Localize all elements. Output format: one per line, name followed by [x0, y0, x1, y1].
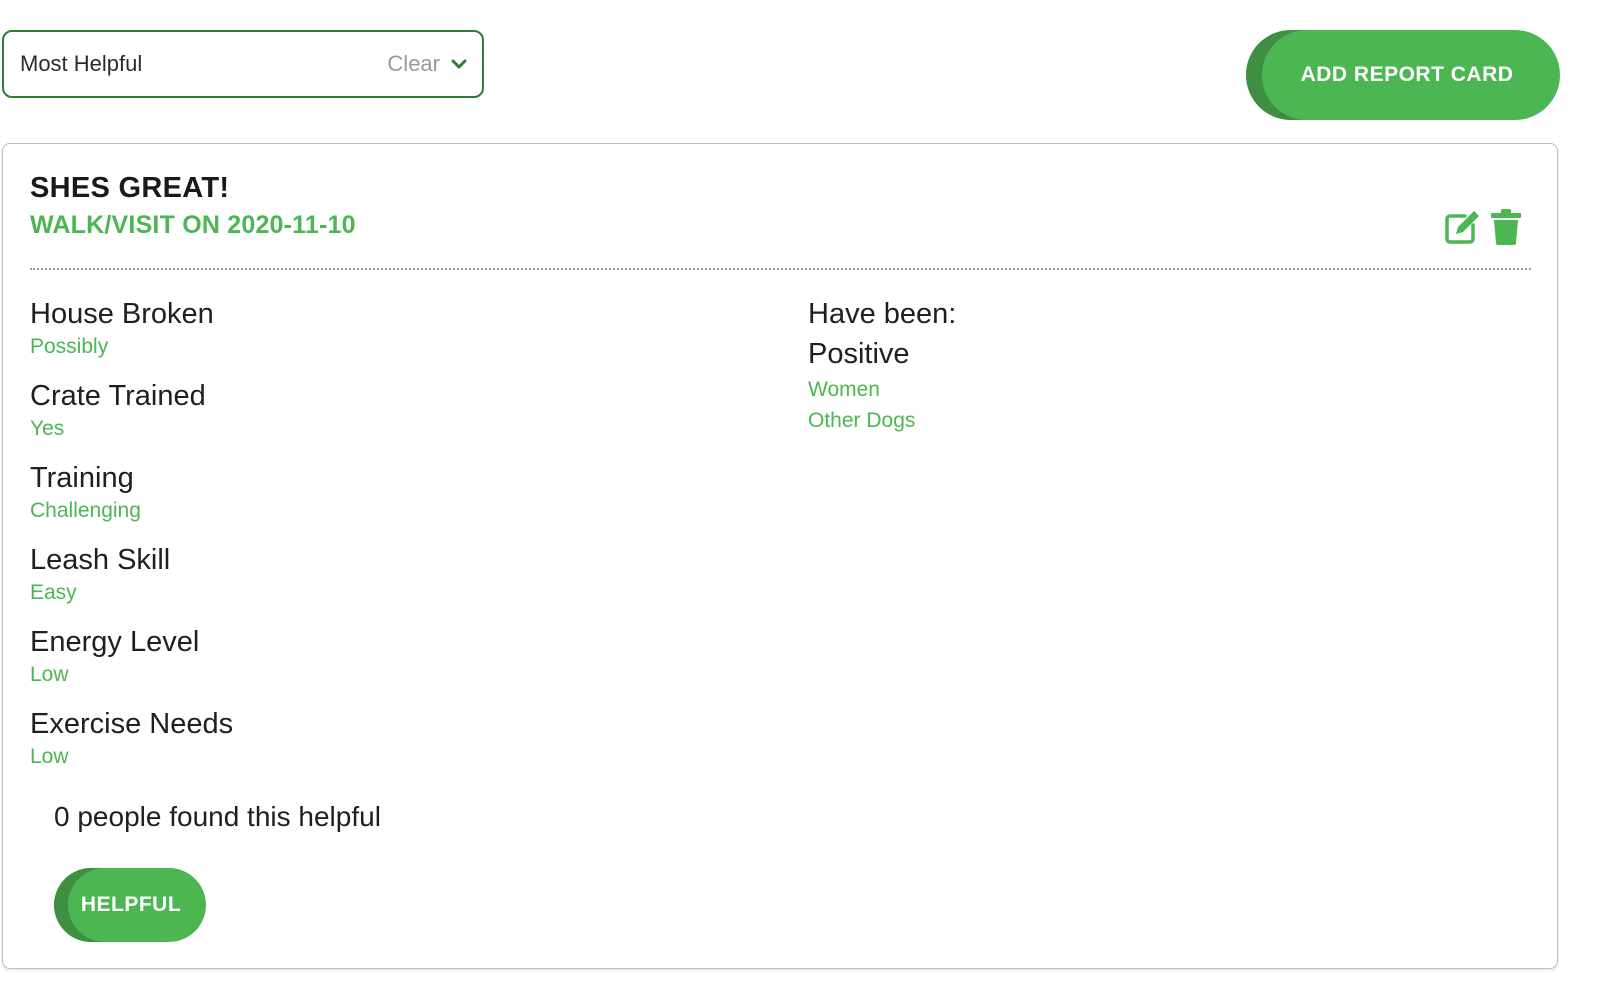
edit-icon[interactable] [1443, 208, 1481, 246]
experience-sentiment: Positive [808, 338, 910, 370]
chevron-down-icon[interactable] [450, 55, 468, 73]
attribute-label: House Broken [30, 298, 214, 330]
experience-item: Other Dogs [808, 409, 916, 432]
helpful-button-label: HELPFUL [80, 893, 182, 916]
attribute-item: Energy Level Low [30, 622, 233, 688]
report-card-date: WALK/VISIT ON 2020-11-10 [30, 211, 356, 239]
helpful-count: 0 people found this helpful [54, 801, 381, 832]
sort-dropdown[interactable]: Most Helpful Clear [2, 30, 484, 98]
attributes-list: House Broken Possibly Crate Trained Yes … [30, 294, 233, 786]
report-card: SHES GREAT! WALK/VISIT ON 2020-11-10 Hou… [2, 143, 1558, 969]
attribute-label: Training [30, 462, 134, 494]
add-report-card-button[interactable]: ADD REPORT CARD [1246, 30, 1560, 120]
experience-item: Women [808, 378, 880, 401]
attribute-item: House Broken Possibly [30, 294, 233, 360]
card-divider [30, 268, 1531, 270]
experience-heading: Have been: [808, 298, 957, 330]
attribute-label: Leash Skill [30, 544, 171, 576]
trash-icon[interactable] [1489, 208, 1527, 246]
attribute-value: Low [30, 663, 69, 686]
attribute-item: Training Challenging [30, 458, 233, 524]
card-actions [1443, 208, 1527, 246]
attribute-value: Yes [30, 417, 65, 440]
experience-section: Have been: Positive Women Other Dogs [808, 294, 956, 436]
page: Most Helpful Clear ADD REPORT CARD SHES … [0, 0, 1600, 1003]
attribute-label: Crate Trained [30, 380, 206, 412]
attribute-label: Energy Level [30, 626, 200, 658]
attribute-label: Exercise Needs [30, 708, 234, 740]
attribute-value: Easy [30, 581, 77, 604]
attribute-value: Low [30, 745, 69, 768]
attribute-item: Exercise Needs Low [30, 704, 233, 770]
attribute-item: Leash Skill Easy [30, 540, 233, 606]
attribute-item: Crate Trained Yes [30, 376, 233, 442]
sort-clear-button[interactable]: Clear [387, 51, 440, 77]
attribute-value: Possibly [30, 335, 109, 358]
sort-selected-value: Most Helpful [20, 51, 143, 76]
add-report-card-label: ADD REPORT CARD [1300, 63, 1514, 86]
helpful-button[interactable]: HELPFUL [54, 868, 206, 942]
report-card-title: SHES GREAT! [30, 172, 230, 204]
attribute-value: Challenging [30, 499, 141, 522]
